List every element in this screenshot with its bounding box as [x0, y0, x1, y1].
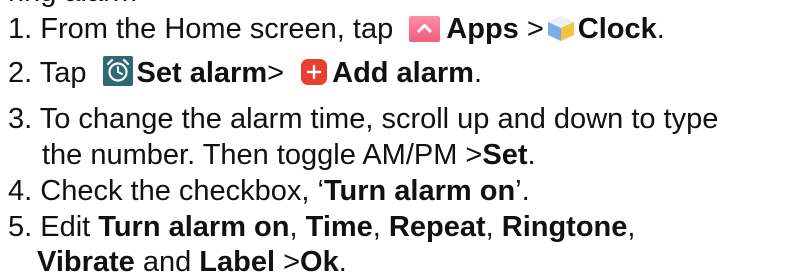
step-number: 5. — [8, 211, 41, 243]
turn-alarm-on-label: Turn alarm on — [98, 211, 290, 243]
step-text: ’. — [515, 175, 530, 207]
apps-icon — [409, 16, 441, 42]
vibrate-label: Vibrate — [37, 246, 135, 278]
set-label: Set — [482, 139, 528, 171]
step-text: Edit — [40, 211, 99, 243]
time-label: Time — [305, 211, 373, 243]
instruction-document: ring alarm 1. From the Home screen, tap … — [0, 0, 804, 280]
step-3-line-1: 3. To change the alarm time, scroll up a… — [8, 102, 718, 136]
step-text: From the Home screen, tap — [40, 13, 402, 45]
label-label: Label — [199, 246, 276, 278]
apps-label: Apps — [446, 13, 519, 45]
step-text: > — [518, 13, 544, 45]
step-text: > — [275, 246, 301, 278]
step-text: > — [267, 57, 293, 89]
step-5-line-2: Vibrate and Label >Ok. — [37, 245, 347, 279]
step-number: 3. — [8, 103, 40, 135]
step-text: . — [338, 246, 347, 278]
separator: , — [289, 211, 306, 243]
repeat-label: Repeat — [388, 211, 486, 243]
alarm-clock-icon — [102, 56, 133, 86]
step-5-line-1: 5. Edit Turn alarm on, Time, Repeat, Rin… — [8, 210, 635, 244]
step-3-line-2: the number. Then toggle AM/PM >Set. — [42, 138, 536, 172]
clock-label: Clock — [577, 13, 657, 45]
add-alarm-icon — [300, 58, 328, 86]
clock-icon — [546, 14, 576, 42]
step-text: the number. Then toggle AM/PM > — [42, 139, 483, 171]
step-text: and — [134, 246, 200, 278]
step-number: 4. — [8, 175, 41, 207]
set-alarm-label: Set alarm — [136, 57, 268, 89]
turn-alarm-on-label: Turn alarm on — [323, 175, 516, 207]
separator: , — [627, 211, 636, 243]
ringtone-label: Ringtone — [501, 211, 628, 243]
add-alarm-label: Add alarm — [332, 57, 474, 89]
ok-label: Ok — [300, 246, 339, 278]
separator: , — [372, 211, 389, 243]
step-number: 2. — [8, 57, 40, 89]
step-1: 1. From the Home screen, tap Apps > Clock… — [8, 12, 665, 46]
separator: , — [485, 211, 502, 243]
step-text: Tap — [39, 57, 95, 89]
step-4: 4. Check the checkbox, ‘Turn alarm on’. — [8, 174, 530, 208]
step-number: 1. — [8, 13, 41, 45]
step-2: 2. Tap Set alarm> Add alarm. — [8, 56, 482, 90]
step-text: . — [527, 139, 536, 171]
partial-heading-line: ring alarm — [8, 0, 137, 9]
step-text: . — [473, 57, 483, 89]
step-text: Check the checkbox, ‘ — [40, 175, 324, 207]
step-text: To change the alarm time, scroll up and … — [39, 103, 719, 135]
step-text: . — [656, 13, 665, 45]
